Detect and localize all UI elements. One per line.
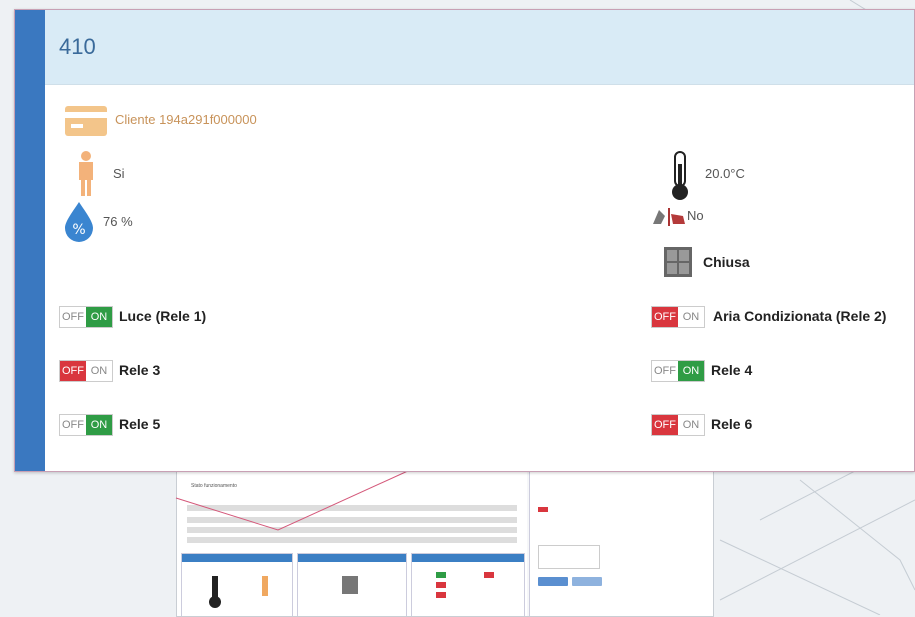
relay-1-on[interactable]: ON bbox=[86, 307, 112, 327]
card-icon bbox=[65, 106, 107, 136]
relay-3-label: Rele 3 bbox=[119, 362, 161, 378]
mini-text: Stato funzionamento bbox=[191, 483, 237, 489]
mini-row bbox=[187, 505, 517, 511]
door-icon bbox=[664, 247, 692, 277]
relay-1-off[interactable]: OFF bbox=[60, 307, 86, 327]
mini-textarea bbox=[538, 545, 600, 569]
mini-thermometer-icon bbox=[209, 576, 268, 608]
room-card: 410 Cliente 194a291f000000 Si % 76 % 20.… bbox=[14, 9, 915, 472]
relay-5-off[interactable]: OFF bbox=[60, 415, 86, 435]
relay-4-label: Rele 4 bbox=[711, 362, 753, 378]
client-label: Cliente 194a291f000000 bbox=[115, 112, 257, 127]
card-header: 410 bbox=[45, 10, 914, 85]
mini-panel bbox=[297, 553, 407, 616]
relay-2-off[interactable]: OFF bbox=[652, 307, 678, 327]
mini-panel bbox=[181, 553, 293, 616]
relay-4-toggle[interactable]: OFF ON bbox=[651, 360, 705, 382]
mini-button bbox=[538, 577, 568, 586]
person-icon bbox=[79, 151, 93, 196]
mini-row bbox=[187, 537, 517, 543]
relay-3-off[interactable]: OFF bbox=[60, 361, 86, 381]
relay-6-toggle[interactable]: OFF ON bbox=[651, 414, 705, 436]
relay-6-on[interactable]: ON bbox=[678, 415, 704, 435]
humidity-value: 76 % bbox=[103, 214, 133, 229]
relay-6-off[interactable]: OFF bbox=[652, 415, 678, 435]
relay-4-off[interactable]: OFF bbox=[652, 361, 678, 381]
relay-5-toggle[interactable]: OFF ON bbox=[59, 414, 113, 436]
mini-panel bbox=[411, 553, 525, 616]
window-value: No bbox=[687, 208, 704, 223]
relay-2-toggle[interactable]: OFF ON bbox=[651, 306, 705, 328]
thermometer-icon bbox=[672, 151, 688, 200]
window-icon bbox=[653, 208, 685, 226]
svg-text:%: % bbox=[72, 222, 85, 238]
relay-1-label: Luce (Rele 1) bbox=[119, 308, 207, 324]
mini-row bbox=[187, 527, 517, 533]
humidity-drop-icon: % bbox=[65, 202, 93, 242]
relay-5-on[interactable]: ON bbox=[86, 415, 112, 435]
room-title: 410 bbox=[59, 34, 96, 59]
door-state: Chiusa bbox=[703, 254, 750, 270]
relay-4-on[interactable]: ON bbox=[678, 361, 704, 381]
relay-2-label: Aria Condizionata (Rele 2) bbox=[713, 308, 887, 324]
mini-row bbox=[187, 517, 517, 523]
relay-5-label: Rele 5 bbox=[119, 416, 161, 432]
relay-2-on[interactable]: ON bbox=[678, 307, 704, 327]
relay-3-toggle[interactable]: OFF ON bbox=[59, 360, 113, 382]
mini-toggle bbox=[538, 507, 548, 512]
presence-value: Si bbox=[113, 166, 125, 181]
relay-1-toggle[interactable]: OFF ON bbox=[59, 306, 113, 328]
mini-relay-icons bbox=[436, 572, 494, 598]
mini-button bbox=[572, 577, 602, 586]
relay-6-label: Rele 6 bbox=[711, 416, 753, 432]
relay-3-on[interactable]: ON bbox=[86, 361, 112, 381]
temperature-value: 20.0°C bbox=[705, 166, 745, 181]
mini-window-icon bbox=[342, 576, 358, 594]
card-accent-bar bbox=[15, 10, 45, 471]
